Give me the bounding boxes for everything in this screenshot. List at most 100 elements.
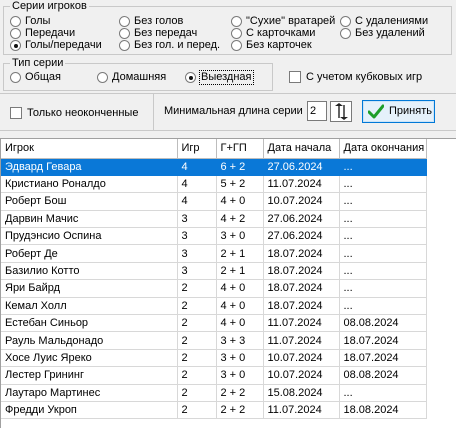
- cell-player: Рауль Мальдонадо: [1, 331, 178, 350]
- cell-games: 2: [177, 366, 217, 385]
- cell-games: 2: [177, 314, 217, 333]
- cell-goals-assists: 4 + 0: [216, 314, 264, 333]
- cell-start-date: 27.06.2024: [263, 210, 340, 229]
- cell-end-date: ...: [339, 158, 427, 176]
- table-row[interactable]: Яри Байрд 2 4 + 0 18.07.2024...: [1, 279, 427, 298]
- radio-series-away[interactable]: Выездная: [185, 70, 254, 85]
- min-length-label: Минимальная длина серии: [164, 105, 303, 117]
- unfinished-only-checkbox[interactable]: Только неоконченные: [10, 106, 138, 120]
- cell-player: Роберт Де: [1, 244, 178, 263]
- radio-no-goals-no-assists[interactable]: Без гол. и перед.: [119, 39, 220, 52]
- cell-goals-assists: 6 + 2: [216, 158, 264, 176]
- cell-start-date: 11.07.2024: [263, 401, 340, 420]
- radio-indicator: [231, 16, 242, 27]
- cell-player: Хосе Луис Яреко: [1, 349, 178, 368]
- cell-end-date: ...: [339, 262, 427, 281]
- cell-start-date: 10.07.2024: [263, 366, 340, 385]
- cell-end-date: ...: [339, 297, 427, 316]
- table-row[interactable]: Эдвард Гевара 4 6 + 2 27.06.2024...: [1, 158, 427, 176]
- column-header-player[interactable]: Игрок: [1, 139, 178, 159]
- column-header-games[interactable]: Игр: [177, 139, 217, 159]
- radio-goals-assists[interactable]: Голы/передачи: [10, 39, 102, 52]
- cell-end-date: ...: [339, 192, 427, 211]
- radio-indicator: [119, 16, 130, 27]
- cell-end-date: 18.08.2024: [339, 401, 427, 420]
- cell-end-date: ...: [339, 175, 427, 194]
- cell-end-date: 18.07.2024: [339, 331, 427, 350]
- cell-goals-assists: 3 + 0: [216, 366, 264, 385]
- cell-games: 2: [177, 279, 217, 298]
- radio-indicator: [119, 40, 130, 51]
- cell-goals-assists: 2 + 2: [216, 384, 264, 402]
- radio-no-sendoffs[interactable]: Без удалений: [340, 27, 425, 40]
- cell-player: Эдвард Гевара: [1, 158, 178, 176]
- radio-indicator: [340, 16, 351, 27]
- radio-indicator: [119, 28, 130, 39]
- table-row[interactable]: Лаутаро Мартинес 2 2 + 2 15.08.2024...: [1, 384, 427, 402]
- cell-player: Дарвин Мачис: [1, 210, 178, 229]
- cell-start-date: 27.06.2024: [263, 158, 340, 176]
- cell-start-date: 27.06.2024: [263, 227, 340, 246]
- column-header-start-date[interactable]: Дата начала: [263, 139, 340, 159]
- cell-player: Фредди Укроп: [1, 401, 178, 420]
- cup-games-checkbox[interactable]: С учетом кубковых игр: [289, 70, 422, 84]
- radio-indicator: [231, 40, 242, 51]
- players-series-table[interactable]: Игрок Игр Г+ГП Дата начала Дата окончани…: [0, 138, 456, 428]
- column-header-goals-assists[interactable]: Г+ГП: [216, 139, 264, 159]
- table-row[interactable]: Дарвин Мачис 3 4 + 2 27.06.2024...: [1, 210, 427, 229]
- cell-player: Прудэнсио Оспина: [1, 227, 178, 246]
- cell-games: 3: [177, 262, 217, 281]
- radio-indicator: [340, 28, 351, 39]
- cell-goals-assists: 3 + 0: [216, 349, 264, 368]
- min-length-spinner[interactable]: [330, 101, 352, 122]
- cell-player: Лестер Грининг: [1, 366, 178, 385]
- cell-start-date: 10.07.2024: [263, 349, 340, 368]
- cell-games: 3: [177, 227, 217, 246]
- cell-end-date: ...: [339, 210, 427, 229]
- cell-player: Яри Байрд: [1, 279, 178, 298]
- cell-goals-assists: 2 + 1: [216, 262, 264, 281]
- min-length-input[interactable]: 2: [307, 101, 327, 121]
- cell-games: 3: [177, 244, 217, 263]
- cell-start-date: 18.07.2024: [263, 244, 340, 263]
- table-row[interactable]: Кристиано Роналдо 4 5 + 2 11.07.2024...: [1, 175, 427, 194]
- radio-series-home[interactable]: Домашняя: [97, 71, 166, 84]
- table-row[interactable]: Роберт Бош 4 4 + 0 10.07.2024...: [1, 192, 427, 211]
- table-row[interactable]: Фредди Укроп 2 2 + 2 11.07.2024 18.08.2024: [1, 401, 427, 420]
- cell-games: 2: [177, 401, 217, 420]
- cell-player: Роберт Бош: [1, 192, 178, 211]
- cell-start-date: 11.07.2024: [263, 175, 340, 194]
- cell-games: 2: [177, 297, 217, 316]
- cell-goals-assists: 4 + 2: [216, 210, 264, 229]
- table-row[interactable]: Лестер Грининг 2 3 + 0 10.07.2024 08.08.2024: [1, 366, 427, 385]
- table-row[interactable]: Прудэнсио Оспина 3 3 + 0 27.06.2024...: [1, 227, 427, 246]
- table-row[interactable]: Кемал Холл 2 4 + 0 18.07.2024...: [1, 297, 427, 316]
- table-row[interactable]: Естебан Синьор 2 4 + 0 11.07.2024 08.08.2024: [1, 314, 427, 333]
- cell-end-date: ...: [339, 384, 427, 402]
- cell-goals-assists: 4 + 0: [216, 192, 264, 211]
- cell-player: Базилио Котто: [1, 262, 178, 281]
- radio-no-cards[interactable]: Без карточек: [231, 39, 312, 52]
- radio-indicator: [231, 28, 242, 39]
- checkmark-icon: [368, 104, 384, 119]
- spin-arrows-icon: [335, 103, 348, 120]
- cell-start-date: 18.07.2024: [263, 262, 340, 281]
- cell-player: Кристиано Роналдо: [1, 175, 178, 194]
- cell-start-date: 18.07.2024: [263, 279, 340, 298]
- cell-start-date: 15.08.2024: [263, 384, 340, 402]
- cell-games: 2: [177, 331, 217, 350]
- radio-indicator: [10, 40, 21, 51]
- series-type-legend: Тип серии: [10, 57, 66, 69]
- radio-series-total[interactable]: Общая: [10, 71, 61, 84]
- separator: [153, 94, 154, 130]
- column-header-end-date[interactable]: Дата окончания: [339, 139, 427, 159]
- cell-player: Естебан Синьор: [1, 314, 178, 333]
- accept-button[interactable]: Принять: [362, 100, 435, 123]
- cell-goals-assists: 2 + 1: [216, 244, 264, 263]
- cell-start-date: 11.07.2024: [263, 331, 340, 350]
- table-row[interactable]: Хосе Луис Яреко 2 3 + 0 10.07.2024 18.07.202…: [1, 349, 427, 368]
- cell-goals-assists: 4 + 0: [216, 279, 264, 298]
- table-row[interactable]: Роберт Де 3 2 + 1 18.07.2024...: [1, 244, 427, 263]
- table-row[interactable]: Рауль Мальдонадо 2 3 + 3 11.07.2024 18.07.20…: [1, 331, 427, 350]
- table-row[interactable]: Базилио Котто 3 2 + 1 18.07.2024...: [1, 262, 427, 281]
